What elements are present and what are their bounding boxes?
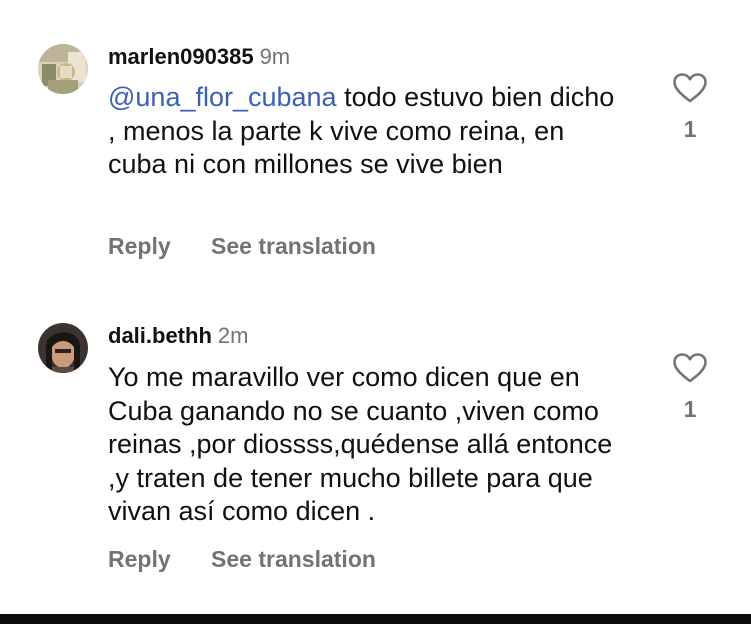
like-control: 1 xyxy=(670,353,710,423)
reply-button[interactable]: Reply xyxy=(108,232,171,260)
mention-link[interactable]: @una_flor_cubana xyxy=(108,82,337,112)
comments-screen: marlen090385 9m @una_flor_cubana todo est… xyxy=(0,0,751,624)
comment-text: Yo me maravillo ver como dicen que en Cu… xyxy=(108,361,628,529)
profile-photo-icon xyxy=(38,323,88,373)
timestamp: 9m xyxy=(259,44,291,69)
heart-outline-icon[interactable] xyxy=(673,73,707,103)
see-translation-button[interactable]: See translation xyxy=(211,545,376,573)
comment-header: marlen090385 9m xyxy=(108,44,290,70)
heart-outline-icon[interactable] xyxy=(673,353,707,383)
timestamp: 2m xyxy=(217,323,249,348)
comment-header: dali.bethh 2m xyxy=(108,323,248,349)
username[interactable]: marlen090385 xyxy=(108,44,254,69)
bottom-bar xyxy=(0,614,751,624)
reply-button[interactable]: Reply xyxy=(108,545,171,573)
like-count: 1 xyxy=(683,116,697,142)
username[interactable]: dali.bethh xyxy=(108,323,212,348)
see-translation-button[interactable]: See translation xyxy=(211,232,376,260)
avatar[interactable] xyxy=(38,323,88,373)
comment-body: Yo me maravillo ver como dicen que en Cu… xyxy=(108,362,613,526)
profile-photo-icon xyxy=(38,44,88,94)
comment-text: @una_flor_cubana todo estuvo bien dicho … xyxy=(108,81,628,182)
comment-actions: Reply See translation xyxy=(108,232,376,260)
like-control: 1 xyxy=(670,73,710,143)
like-count: 1 xyxy=(683,396,697,422)
comment-actions: Reply See translation xyxy=(108,545,376,573)
avatar[interactable] xyxy=(38,44,88,94)
